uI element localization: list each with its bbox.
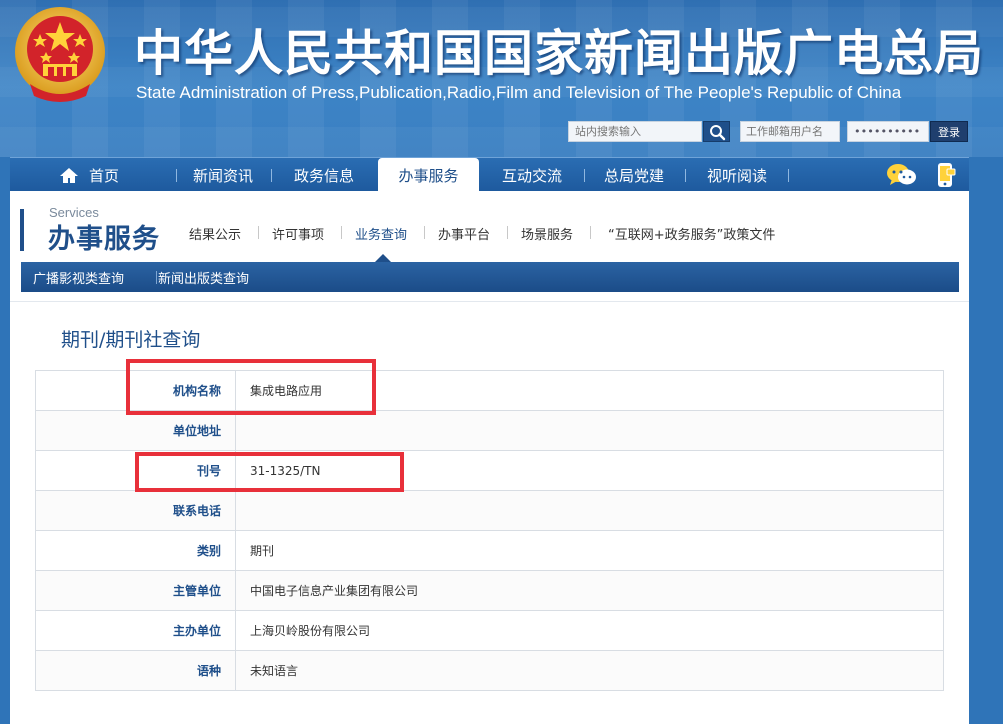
subnav-licensing[interactable]: 许可事项 <box>272 224 324 243</box>
search-icon <box>710 125 726 141</box>
subnav-results[interactable]: 结果公示 <box>189 224 241 243</box>
site-title-cn: 中华人民共和国国家新闻出版广电总局 <box>134 25 985 82</box>
table-row: 类别 期刊 <box>35 530 944 571</box>
nav-separator <box>788 169 789 182</box>
mail-password-input[interactable] <box>847 121 929 142</box>
page-title: 期刊/期刊社查询 <box>61 329 201 351</box>
divider <box>10 301 969 302</box>
site-title-en: State Administration of Press,Publicatio… <box>136 83 902 102</box>
search-button[interactable] <box>703 121 730 142</box>
site-banner: 中华人民共和国国家新闻出版广电总局 State Administration o… <box>0 0 1003 157</box>
subnav-separator <box>590 226 591 239</box>
subnav-business-query[interactable]: 业务查询 <box>355 224 407 243</box>
journal-info-table: 机构名称 集成电路应用 单位地址 刊号 31-1325/TN 联系电话 类别 期… <box>35 370 944 691</box>
table-row: 刊号 31-1325/TN <box>35 450 944 491</box>
nav-separator <box>271 169 272 182</box>
table-row: 联系电话 <box>35 490 944 531</box>
row-value: 集成电路应用 <box>235 370 944 411</box>
subnav-service-platform[interactable]: 办事平台 <box>438 224 490 243</box>
content-panel: Services 办事服务 结果公示 许可事项 业务查询 办事平台 场景服务 “… <box>10 191 969 724</box>
national-emblem-icon <box>15 7 105 102</box>
row-label: 主管单位 <box>35 570 236 611</box>
row-label: 联系电话 <box>35 490 236 531</box>
row-label: 主办单位 <box>35 610 236 651</box>
nav-separator <box>584 169 585 182</box>
wechat-icon[interactable] <box>886 162 918 188</box>
nav-home-label: 首页 <box>88 166 119 185</box>
row-label: 语种 <box>35 650 236 691</box>
nav-separator <box>685 169 686 182</box>
table-row: 机构名称 集成电路应用 <box>35 370 944 411</box>
row-value: 31-1325/TN <box>235 450 944 491</box>
row-label: 单位地址 <box>35 410 236 451</box>
subnav-separator <box>507 226 508 239</box>
category-separator <box>156 271 157 284</box>
category-bar: 广播影视类查询 新闻出版类查询 <box>21 262 959 292</box>
row-label: 刊号 <box>35 450 236 491</box>
mobile-phone-icon[interactable] <box>936 162 956 189</box>
table-row: 主办单位 上海贝岭股份有限公司 <box>35 610 944 651</box>
subnav-separator <box>424 226 425 239</box>
table-row: 主管单位 中国电子信息产业集团有限公司 <box>35 570 944 611</box>
row-value: 期刊 <box>235 530 944 571</box>
row-label: 类别 <box>35 530 236 571</box>
section-accent-bar <box>20 209 24 251</box>
row-label: 机构名称 <box>35 370 236 411</box>
nav-separator <box>176 169 177 182</box>
row-value: 中国电子信息产业集团有限公司 <box>235 570 944 611</box>
table-row: 语种 未知语言 <box>35 650 944 691</box>
subnav-separator <box>341 226 342 239</box>
nav-news[interactable]: 新闻资讯 <box>178 158 268 192</box>
row-value <box>235 410 944 451</box>
home-icon <box>59 167 78 183</box>
row-value <box>235 490 944 531</box>
login-button[interactable]: 登录 <box>930 121 968 142</box>
row-value: 未知语言 <box>235 650 944 691</box>
nav-party-building[interactable]: 总局党建 <box>586 158 682 192</box>
main-nav: 首页 新闻资讯 政务信息 办事服务 互动交流 总局党建 视听阅读 <box>10 157 969 192</box>
subnav-internet-policy[interactable]: “互联网+政务服务”政策文件 <box>608 224 775 243</box>
subnav-scenario-services[interactable]: 场景服务 <box>521 224 573 243</box>
table-row: 单位地址 <box>35 410 944 451</box>
row-value: 上海贝岭股份有限公司 <box>235 610 944 651</box>
category-broadcast-query[interactable]: 广播影视类查询 <box>33 262 124 292</box>
nav-home[interactable]: 首页 <box>34 158 144 192</box>
section-title-cn: 办事服务 <box>48 224 160 255</box>
nav-services[interactable]: 办事服务 <box>378 158 479 192</box>
nav-government-info[interactable]: 政务信息 <box>276 158 372 192</box>
nav-interaction[interactable]: 互动交流 <box>484 158 580 192</box>
active-subnav-pointer <box>375 254 391 262</box>
nav-av-reading[interactable]: 视听阅读 <box>687 158 787 192</box>
mail-username-input[interactable] <box>740 121 840 142</box>
site-search-input[interactable] <box>568 121 702 142</box>
category-press-query[interactable]: 新闻出版类查询 <box>158 262 249 292</box>
subnav-separator <box>258 226 259 239</box>
